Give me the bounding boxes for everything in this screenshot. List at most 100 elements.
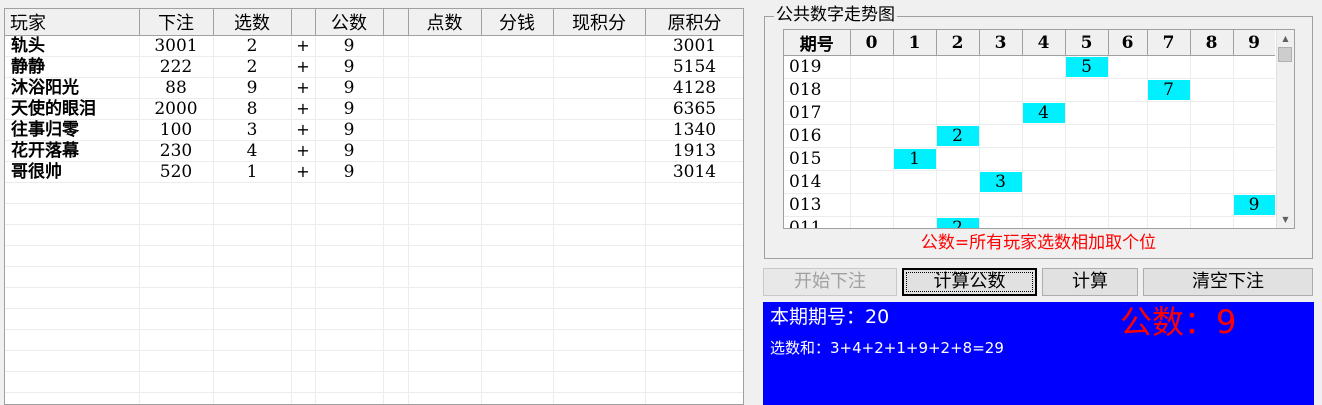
scroll-down-arrow-icon[interactable]: ▼ xyxy=(1277,211,1294,228)
grid-cell: 2 xyxy=(213,56,292,78)
grid-cell xyxy=(408,182,482,204)
trend-digit-cell xyxy=(850,193,894,217)
trend-digit-cell xyxy=(893,78,937,102)
trend-digit-cell xyxy=(979,193,1023,217)
player-row[interactable] xyxy=(5,224,743,246)
player-row[interactable]: 轨头 3001 2 +9 3001 xyxy=(5,35,743,57)
player-row[interactable] xyxy=(5,308,743,330)
grid-cell xyxy=(481,161,554,183)
grid-cell xyxy=(315,266,384,288)
grid-cell xyxy=(645,266,743,288)
grid-cell xyxy=(481,350,554,372)
grid-cell xyxy=(481,140,554,162)
trend-digit-cell xyxy=(936,147,980,171)
player-row[interactable] xyxy=(5,245,743,267)
grid-cell: 520 xyxy=(139,161,214,183)
grid-col-header[interactable]: 原积分 xyxy=(645,9,743,36)
player-row[interactable] xyxy=(5,287,743,309)
grid-cell xyxy=(408,287,482,309)
trend-digit-cell xyxy=(893,124,937,148)
calc-button[interactable]: 计算 xyxy=(1042,268,1138,296)
player-row[interactable]: 哥很帅 520 1 +9 3014 xyxy=(5,161,743,183)
trend-hit-marker: 7 xyxy=(1147,80,1190,100)
grid-col-header[interactable] xyxy=(291,9,316,36)
scroll-thumb[interactable] xyxy=(1278,47,1292,62)
grid-cell xyxy=(315,203,384,225)
calc-common-button[interactable]: 计算公数 xyxy=(902,268,1037,296)
grid-cell xyxy=(645,350,743,372)
grid-cell xyxy=(315,329,384,351)
trend-digit-cell xyxy=(1022,78,1066,102)
grid-cell xyxy=(553,77,646,99)
clear-bets-button[interactable]: 清空下注 xyxy=(1143,268,1313,296)
grid-cell xyxy=(645,329,743,351)
grid-col-header[interactable]: 点数 xyxy=(408,9,482,36)
player-row[interactable] xyxy=(5,329,743,351)
grid-cell xyxy=(481,203,554,225)
grid-cell: 3001 xyxy=(139,35,214,57)
trend-col-header: 3 xyxy=(979,30,1023,56)
trend-digit-cell xyxy=(1022,147,1066,171)
trend-digit-cell xyxy=(1233,216,1275,228)
grid-col-header[interactable]: 分钱 xyxy=(481,9,554,36)
grid-cell xyxy=(481,266,554,288)
grid-cell xyxy=(383,182,409,204)
trend-col-header: 2 xyxy=(936,30,980,56)
trend-row: 015 1 xyxy=(784,147,1275,171)
players-grid[interactable]: 玩家 下注 选数 公数 点数 分钱 现积分 原积分 轨头 3001 2 +9 3001 静静 222 2 +9… xyxy=(4,8,744,405)
player-row[interactable]: 静静 222 2 +9 5154 xyxy=(5,56,743,78)
trend-digit-cell xyxy=(936,101,980,125)
grid-cell xyxy=(139,266,214,288)
player-row[interactable] xyxy=(5,392,743,404)
trend-col-header: 5 xyxy=(1065,30,1109,56)
grid-cell xyxy=(5,287,140,309)
trend-grid[interactable]: 期号 0 1 2 3 4 5 6 7 8 9 019 5 018 7 017 4 016 2 015 1 014 3 013… xyxy=(783,29,1295,229)
grid-cell xyxy=(5,182,140,204)
trend-scrollbar[interactable]: ▲ ▼ xyxy=(1276,30,1294,228)
trend-digit-cell xyxy=(1190,55,1234,79)
grid-col-header[interactable]: 玩家 xyxy=(5,9,140,36)
grid-cell xyxy=(213,266,292,288)
grid-cell: 9 xyxy=(315,56,384,78)
trend-digit-cell xyxy=(1108,55,1148,79)
trend-row: 013 9 xyxy=(784,193,1275,217)
grid-cell xyxy=(408,98,482,120)
player-row[interactable]: 花开落幕 230 4 +9 1913 xyxy=(5,140,743,162)
player-row[interactable] xyxy=(5,203,743,225)
player-row[interactable] xyxy=(5,371,743,393)
player-row[interactable] xyxy=(5,182,743,204)
grid-cell: + xyxy=(291,56,316,78)
player-row[interactable] xyxy=(5,350,743,372)
grid-cell xyxy=(645,224,743,246)
grid-col-header[interactable] xyxy=(383,9,409,36)
grid-cell xyxy=(553,56,646,78)
grid-cell: + xyxy=(291,98,316,120)
grid-col-header[interactable]: 现积分 xyxy=(553,9,646,36)
grid-cell: 往事归零 xyxy=(5,119,140,141)
grid-col-header[interactable]: 选数 xyxy=(213,9,292,36)
grid-cell xyxy=(481,224,554,246)
grid-cell xyxy=(481,35,554,57)
player-row[interactable]: 沐浴阳光 88 9 +9 4128 xyxy=(5,77,743,99)
player-row[interactable] xyxy=(5,266,743,288)
grid-cell xyxy=(383,35,409,57)
grid-cell xyxy=(291,245,316,267)
common-number-rule-note: 公数=所有玩家选数相加取个位 xyxy=(920,233,1157,253)
grid-cell xyxy=(139,350,214,372)
grid-cell xyxy=(291,329,316,351)
scroll-up-arrow-icon[interactable]: ▲ xyxy=(1277,30,1294,47)
trend-digit-cell xyxy=(1022,55,1066,79)
trend-digit-cell xyxy=(936,78,980,102)
player-row[interactable]: 天使的眼泪 2000 8 +9 6365 xyxy=(5,98,743,120)
grid-cell xyxy=(553,329,646,351)
grid-col-header[interactable]: 下注 xyxy=(139,9,214,36)
grid-col-header[interactable]: 公数 xyxy=(315,9,384,36)
grid-cell: 9 xyxy=(315,119,384,141)
current-period-label: 本期期号：20 xyxy=(770,306,890,328)
grid-cell xyxy=(481,392,554,404)
trend-col-header: 6 xyxy=(1108,30,1148,56)
trend-digit-cell xyxy=(850,101,894,125)
player-row[interactable]: 往事归零 100 3 +9 1340 xyxy=(5,119,743,141)
start-bet-button[interactable]: 开始下注 xyxy=(763,268,897,296)
trend-digit-cell xyxy=(1022,193,1066,217)
